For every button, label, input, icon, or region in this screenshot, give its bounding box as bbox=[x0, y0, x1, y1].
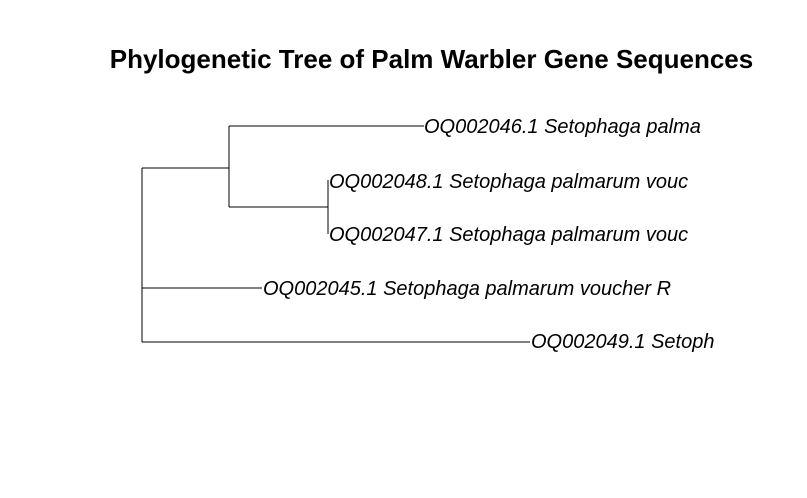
tip-label-oq002048: OQ002048.1 Setophaga palmarum vouc bbox=[329, 171, 688, 193]
tip-labels: OQ002046.1 Setophaga palma OQ002048.1 Se… bbox=[263, 116, 714, 353]
tip-label-oq002045: OQ002045.1 Setophaga palmarum voucher R bbox=[263, 278, 671, 300]
tip-label-oq002046: OQ002046.1 Setophaga palma bbox=[424, 116, 701, 138]
phylogenetic-tree-figure: Phylogenetic Tree of Palm Warbler Gene S… bbox=[0, 0, 807, 498]
tree-canvas: OQ002046.1 Setophaga palma OQ002048.1 Se… bbox=[141, 116, 714, 353]
tip-label-oq002049: OQ002049.1 Setoph bbox=[531, 331, 714, 353]
tip-label-oq002047: OQ002047.1 Setophaga palmarum vouc bbox=[329, 224, 688, 246]
